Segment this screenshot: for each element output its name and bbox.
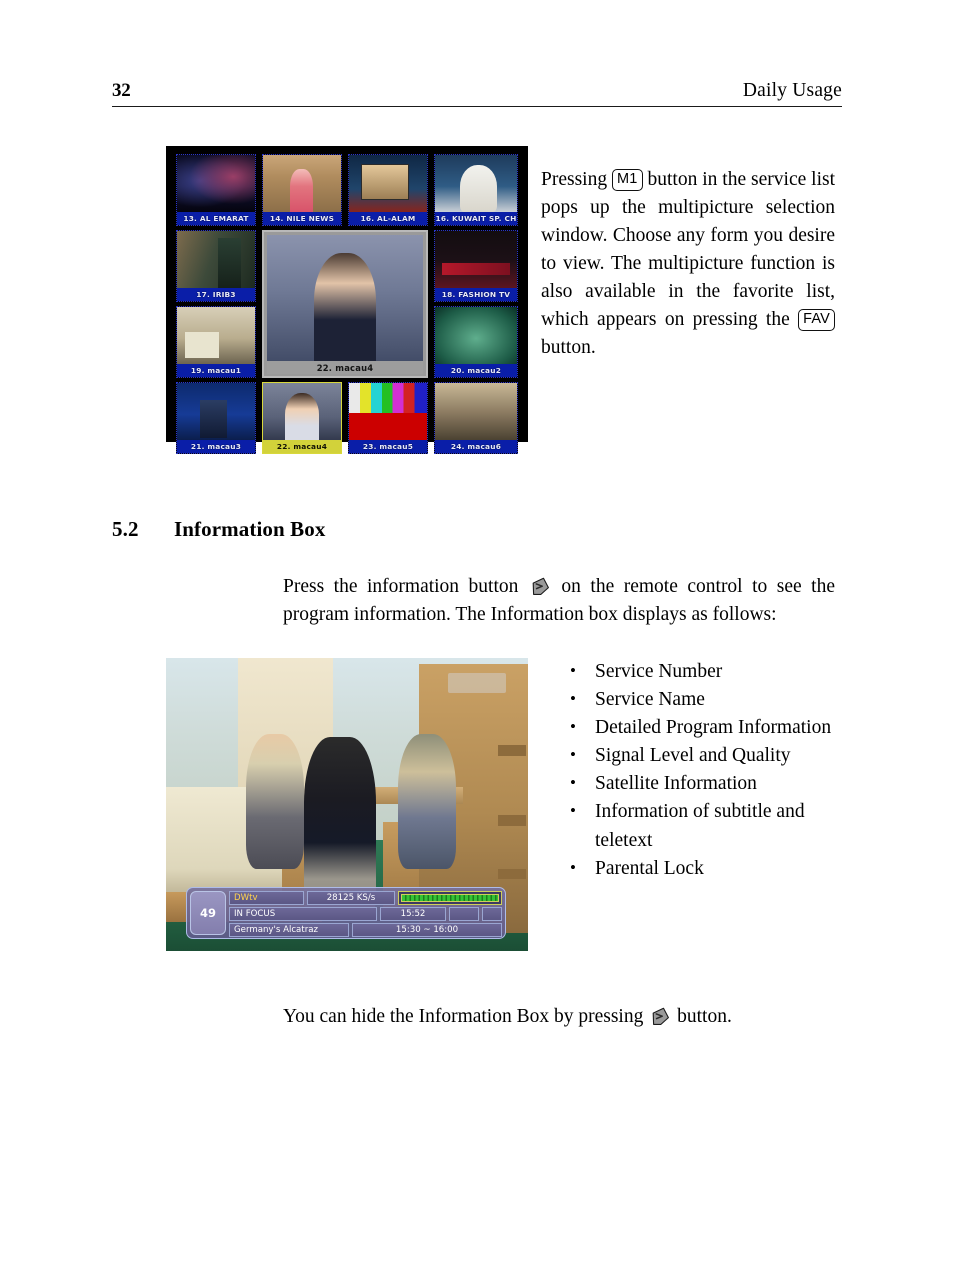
information-box-screenshot-figure: 49 DWtv 28125 KS/s IN FOCUS 15:52 German… xyxy=(166,658,528,951)
bunk-rail xyxy=(497,868,526,880)
channel-label: 14. NILE NEWS xyxy=(263,212,341,225)
information-box-closing-paragraph: You can hide the Information Box by pres… xyxy=(283,1003,843,1031)
channel-thumbnail xyxy=(177,383,255,440)
information-box-feature-list: Service Number Service Name Detailed Pro… xyxy=(566,657,846,883)
list-item: Parental Lock xyxy=(566,854,846,883)
multipicture-cell[interactable]: 13. AL EMARAT xyxy=(176,154,256,226)
channel-label: 23. macau5 xyxy=(349,440,427,453)
multipicture-cell[interactable]: 20. macau2 xyxy=(434,306,518,378)
multipicture-cell[interactable]: 17. IRIB3 xyxy=(176,230,256,302)
multipicture-grid: 13. AL EMARAT 14. NILE NEWS 16. AL-ALAM … xyxy=(176,154,518,454)
service-name: DWtv xyxy=(229,891,304,905)
symbol-rate: 28125 KS/s xyxy=(307,891,395,905)
multipicture-screenshot-figure: 13. AL EMARAT 14. NILE NEWS 16. AL-ALAM … xyxy=(166,146,528,454)
multipicture-main-preview[interactable]: 22. macau4 xyxy=(262,230,428,378)
multipicture-cell[interactable]: 21. macau3 xyxy=(176,382,256,454)
information-row-service: DWtv 28125 KS/s xyxy=(229,891,502,905)
section-title: Information Box xyxy=(174,517,326,542)
channel-thumbnail xyxy=(435,307,517,364)
running-head: Daily Usage xyxy=(742,80,842,101)
information-box-overlay: 49 DWtv 28125 KS/s IN FOCUS 15:52 German… xyxy=(186,887,506,939)
main-preview-thumbnail xyxy=(267,235,423,361)
multipicture-cell[interactable]: 19. macau1 xyxy=(176,306,256,378)
bunk-rail xyxy=(497,744,526,756)
multipicture-paragraph: Pressing M1 button in the service list p… xyxy=(541,166,835,363)
channel-thumbnail xyxy=(435,383,517,440)
channel-thumbnail xyxy=(435,231,517,288)
program-description: Germany's Alcatraz xyxy=(229,923,349,937)
channel-label: 18. FASHION TV xyxy=(435,288,517,301)
channel-label: 19. macau1 xyxy=(177,364,255,377)
list-item: Detailed Program Information xyxy=(566,713,846,742)
section-number: 5.2 xyxy=(112,517,139,542)
section-heading: 5.2 Information Box xyxy=(112,517,325,542)
signal-level-bar xyxy=(398,891,502,905)
channel-label: 22. macau4 xyxy=(263,440,341,453)
multipicture-cell[interactable]: 18. FASHION TV xyxy=(434,230,518,302)
information-row-program: IN FOCUS 15:52 xyxy=(229,907,502,921)
paragraph-text-part3: button. xyxy=(541,337,596,359)
info-button-icon xyxy=(650,1007,670,1026)
bunk-rail xyxy=(497,814,526,826)
paragraph-text-part2: button in the service list pops up the m… xyxy=(541,168,836,330)
key-m1[interactable]: M1 xyxy=(612,168,643,191)
key-fav[interactable]: FAV xyxy=(798,308,835,332)
channel-thumbnail xyxy=(177,155,255,212)
multipicture-cell[interactable]: 14. NILE NEWS xyxy=(262,154,342,226)
page-number: 32 xyxy=(112,80,131,101)
person-right xyxy=(397,734,456,869)
channel-thumbnail xyxy=(349,383,427,440)
multipicture-cell[interactable]: 24. macau6 xyxy=(434,382,518,454)
paragraph-text-part1: Pressing xyxy=(541,168,608,190)
multipicture-cell-selected[interactable]: 22. macau4 xyxy=(262,382,342,454)
closing-text-part2: button. xyxy=(677,1005,732,1027)
channel-label: 16. AL-ALAM xyxy=(349,212,427,225)
channel-thumbnail xyxy=(349,155,427,212)
multipicture-cell[interactable]: 16. KUWAIT SP. CH xyxy=(434,154,518,226)
broadcaster-logo xyxy=(448,672,507,694)
multipicture-cell[interactable]: 23. macau5 xyxy=(348,382,428,454)
closing-text-part1: You can hide the Information Box by pres… xyxy=(283,1005,644,1027)
list-item: Signal Level and Quality xyxy=(566,741,846,770)
information-box-intro-paragraph: Press the information button on the remo… xyxy=(283,573,835,629)
channel-thumbnail xyxy=(435,155,517,212)
program-title: IN FOCUS xyxy=(229,907,377,921)
channel-label: 16. KUWAIT SP. CH xyxy=(435,212,517,225)
channel-label: 21. macau3 xyxy=(177,440,255,453)
channel-label: 24. macau6 xyxy=(435,440,517,453)
page-header: 32 Daily Usage xyxy=(112,80,842,107)
information-row-description: Germany's Alcatraz 15:30 ~ 16:00 xyxy=(229,923,502,937)
signal-bar-fill xyxy=(401,894,499,902)
person-left xyxy=(245,734,304,869)
list-item: Service Number xyxy=(566,657,846,686)
service-number: 49 xyxy=(190,891,226,935)
channel-thumbnail xyxy=(177,307,255,364)
multipicture-cell[interactable]: 16. AL-ALAM xyxy=(348,154,428,226)
program-time: 15:30 ~ 16:00 xyxy=(352,923,502,937)
teletext-indicator xyxy=(482,907,502,921)
list-item: Information of subtitle and teletext xyxy=(566,797,846,854)
subtitle-indicator xyxy=(449,907,479,921)
list-item: Service Name xyxy=(566,685,846,714)
channel-label: 13. AL EMARAT xyxy=(177,212,255,225)
information-rows: DWtv 28125 KS/s IN FOCUS 15:52 Germany's… xyxy=(229,891,502,937)
info-button-icon xyxy=(530,577,550,596)
channel-thumbnail xyxy=(263,155,341,212)
channel-thumbnail xyxy=(177,231,255,288)
clock: 15:52 xyxy=(380,907,446,921)
channel-thumbnail xyxy=(263,383,341,440)
main-preview-label: 22. macau4 xyxy=(267,361,423,374)
list-item: Satellite Information xyxy=(566,769,846,798)
intro-text-part1: Press the information button xyxy=(283,575,519,597)
channel-label: 17. IRIB3 xyxy=(177,288,255,301)
channel-label: 20. macau2 xyxy=(435,364,517,377)
